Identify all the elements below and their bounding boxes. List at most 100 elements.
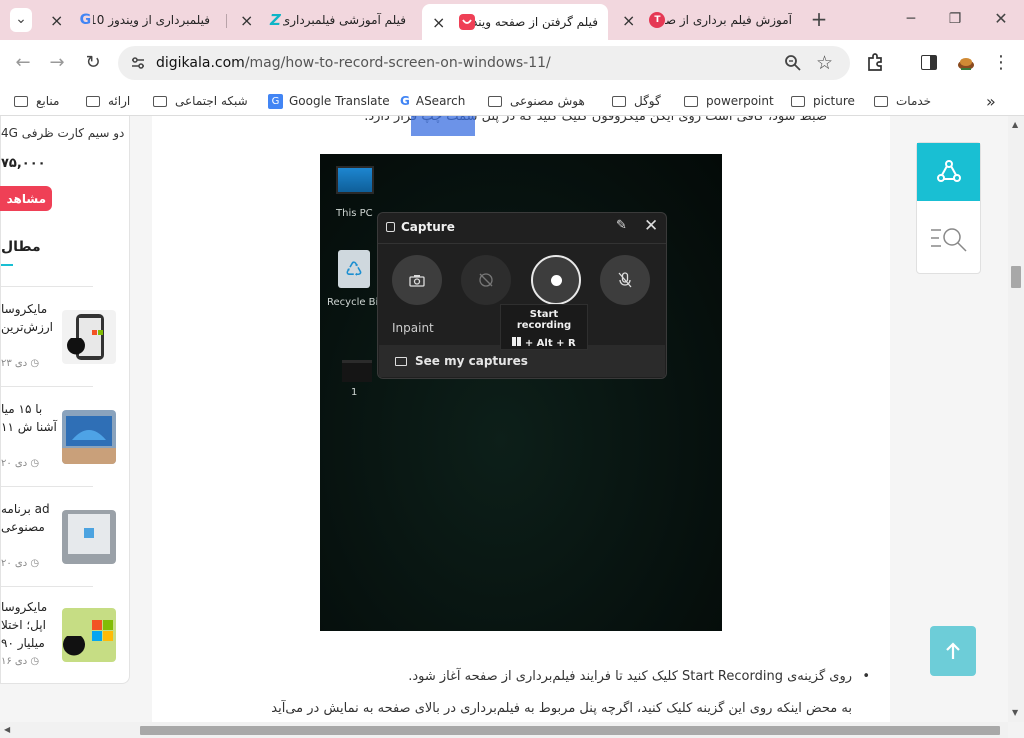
bookmark-folder[interactable]: ارائه [86, 91, 130, 111]
close-tab-icon[interactable]: × [50, 11, 63, 30]
capture-icon [386, 222, 395, 232]
view-product-button[interactable]: مشاهد [0, 186, 52, 211]
bookmark-star-icon[interactable]: ☆ [816, 52, 833, 74]
tab-title: فیلم گرفتن از صفحه ویندو [475, 15, 598, 29]
screenshot-button[interactable] [392, 255, 442, 305]
folder-icon [874, 95, 888, 107]
start-recording-button[interactable] [531, 255, 581, 305]
page-viewport: 4G دو سیم کارت ظرفی ۷۵,۰۰۰ مشاهد مطال ما… [0, 116, 1008, 722]
bullet-item: • روی گزینه‌ی Start Recording کلیک کنید … [212, 668, 870, 686]
microphone-button[interactable] [600, 255, 650, 305]
section-divider [1, 286, 93, 287]
bookmarks-overflow-icon[interactable]: » [986, 91, 996, 111]
url-text[interactable]: digikala.com/mag/how-to-record-screen-on… [156, 55, 551, 71]
folder-icon [488, 95, 502, 107]
inpaint-label: Inpaint [392, 321, 434, 335]
new-tab-button[interactable]: + [808, 9, 830, 29]
back-icon[interactable]: ← [12, 53, 34, 73]
scroll-up-arrow[interactable]: ▲ [1012, 120, 1018, 129]
tab-1[interactable]: فیلمبرداری از ویندوز 10 - G × [40, 4, 220, 36]
close-icon[interactable]: ✕ [644, 216, 658, 236]
recycle-bin-icon: ♺ [338, 250, 370, 288]
bookmark-google-translate[interactable]: G Google Translate [268, 91, 390, 111]
list-item-title: اپل؛ اختلا [1, 618, 46, 632]
start-recording-tooltip: Start recording + Alt + R [500, 304, 588, 350]
list-divider [1, 586, 93, 587]
vertical-scrollbar[interactable]: ▲ ▼ [1008, 116, 1024, 722]
tooltip-shortcut: + Alt + R [501, 337, 587, 349]
scroll-to-top-button[interactable] [930, 626, 976, 676]
maximize-button[interactable]: ❐ [944, 9, 966, 29]
mic-off-icon [618, 272, 632, 288]
folder-icon [791, 95, 805, 107]
list-item[interactable]: برنامه ad مصنوعی ۲۰ دی ◷ [1, 494, 129, 586]
section-title: مطال [1, 239, 41, 255]
bookmark-folder[interactable]: picture [791, 91, 855, 111]
address-bar[interactable]: digikala.com/mag/how-to-record-screen-on… [118, 46, 850, 80]
scroll-thumb[interactable] [1011, 266, 1021, 288]
close-tab-icon[interactable]: × [240, 11, 253, 30]
close-tab-icon[interactable]: × [622, 11, 635, 30]
list-item[interactable]: مایکروسا اپل؛ اختلا ۹۰ میلیار ۱۶ دی ◷ [1, 594, 129, 682]
folder-icon [14, 95, 28, 107]
windows-key-icon [512, 337, 522, 346]
google-icon: G [79, 12, 92, 28]
menu-icon[interactable]: ⋮ [990, 53, 1012, 73]
close-window-button[interactable]: ✕ [990, 9, 1012, 29]
list-item-title: مایکروسا [1, 302, 48, 316]
extensions-icon[interactable] [866, 52, 886, 76]
tab-3-active[interactable]: فیلم گرفتن از صفحه ویندو × [422, 4, 608, 40]
close-tab-icon[interactable]: × [432, 13, 445, 32]
bookmark-folder[interactable]: هوش مصنوعی [488, 91, 585, 111]
share-icon [936, 160, 961, 182]
bookmark-folder[interactable]: گوگل [612, 91, 661, 111]
list-item[interactable]: مایکروسا ارزش‌ترین ۲۳ دی ◷ [1, 294, 129, 386]
bookmark-folder[interactable]: منابع [14, 91, 59, 111]
tab-2[interactable]: فیلم آموزشی فیلمبرداری Z × [230, 4, 416, 36]
this-pc-icon [336, 166, 374, 194]
product-title[interactable]: 4G دو سیم کارت ظرفی [1, 126, 124, 140]
bookmark-label: ارائه [108, 94, 131, 108]
list-item-thumbnail[interactable] [62, 310, 116, 364]
bookmark-label: شبکه اجتماعی [175, 94, 248, 108]
list-item-date: ۲۰ دی ◷ [1, 458, 40, 469]
related-sidebar: 4G دو سیم کارت ظرفی ۷۵,۰۰۰ مشاهد مطال ما… [0, 116, 130, 684]
horizontal-scrollbar[interactable]: ◀ [0, 722, 1008, 738]
bookmark-folder[interactable]: خدمات [874, 91, 931, 111]
tab-search-button[interactable]: ⌄ [10, 8, 32, 32]
zoom-icon[interactable] [784, 54, 802, 76]
bookmark-folder[interactable]: شبکه اجتماعی [153, 91, 248, 111]
tab-4[interactable]: آموزش فیلم برداری از صـ T × [612, 4, 802, 36]
list-item-thumbnail[interactable] [62, 410, 116, 464]
profile-avatar[interactable] [955, 52, 977, 74]
bookmark-asearch[interactable]: G ASearch [400, 91, 465, 111]
minimize-button[interactable]: ─ [900, 9, 922, 29]
bookmark-folder[interactable]: powerpoint [684, 91, 774, 111]
search-in-page-button[interactable] [917, 207, 980, 269]
bullet-text: به محض اینکه روی این گزینه کلیک کنید، اگ… [271, 701, 852, 716]
forward-icon[interactable]: → [46, 53, 68, 73]
see-captures-label: See my captures [415, 354, 528, 368]
scroll-down-arrow[interactable]: ▼ [1012, 708, 1018, 717]
sidebar-panel-icon[interactable] [921, 55, 937, 70]
reload-icon[interactable]: ↻ [82, 53, 104, 73]
list-item-thumbnail[interactable] [62, 608, 116, 662]
bookmarks-bar: خدمات picture powerpoint گوگل هوش مصنوعی… [0, 86, 1024, 116]
list-item[interactable]: با ۱۵ میا ۱۱ آشنا ش ۲۰ دی ◷ [1, 394, 129, 486]
arrow-up-icon [946, 642, 960, 659]
bookmark-label: خدمات [896, 94, 932, 108]
tab-strip: ⌄ فیلمبرداری از ویندوز 10 - G × فیلم آمو… [0, 0, 1024, 40]
list-item-thumbnail[interactable] [62, 510, 116, 564]
scroll-left-arrow[interactable]: ◀ [4, 725, 10, 734]
share-button[interactable] [917, 143, 980, 201]
site-settings-icon[interactable] [130, 55, 146, 71]
tooltip-shortcut-text: + Alt + R [524, 338, 576, 349]
hscroll-thumb[interactable] [140, 726, 1000, 735]
list-item-date: ۲۳ دی ◷ [1, 358, 40, 369]
pin-icon[interactable]: ✎ [616, 218, 627, 233]
list-divider [1, 386, 93, 387]
apple-microsoft-logo-image [62, 608, 116, 662]
last-seconds-button[interactable] [461, 255, 511, 305]
bookmark-label: هوش مصنوعی [510, 94, 585, 108]
bullet-dot: • [862, 669, 870, 684]
